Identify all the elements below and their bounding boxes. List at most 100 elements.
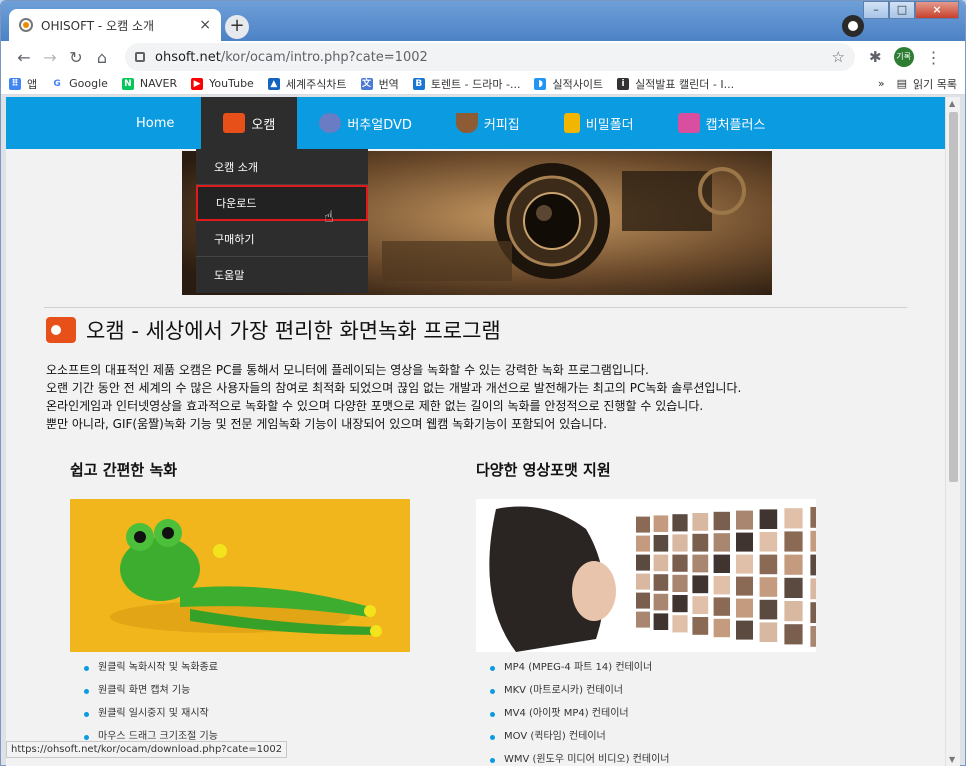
face-tile bbox=[653, 593, 669, 611]
bookmark-label: 번역 bbox=[378, 77, 399, 91]
face-tile bbox=[759, 599, 778, 620]
home-icon[interactable]: ⌂ bbox=[89, 48, 115, 67]
maximize-button[interactable]: □ bbox=[889, 1, 915, 19]
easy-recording-section: 쉽고 간편한 녹화 원클릭 녹화시작 및 녹화종료 원클릭 화면 캡쳐 기능 원… bbox=[70, 459, 410, 752]
intro-line: 온라인게임과 인터넷영상을 효과적으로 녹화할 수 있으며 다양한 포맷으로 제… bbox=[46, 399, 704, 413]
nav-secret-folder[interactable]: 비밀폴더 bbox=[542, 97, 656, 149]
scroll-up-icon[interactable]: ▲ bbox=[949, 99, 955, 108]
tab-search-icon[interactable] bbox=[842, 15, 864, 37]
face-tile bbox=[672, 574, 688, 592]
back-arrow-icon[interactable]: ← bbox=[11, 48, 37, 67]
tab-close-icon[interactable]: × bbox=[199, 17, 211, 33]
feature-list: 원클릭 녹화시작 및 녹화종료 원클릭 화면 캡쳐 기능 원클릭 일시중지 및 … bbox=[70, 660, 410, 752]
face-tile bbox=[692, 554, 709, 573]
address-bar[interactable]: ohsoft.net/kor/ocam/intro.php?cate=1002 … bbox=[125, 43, 855, 71]
lock-icon[interactable] bbox=[135, 52, 145, 62]
naver-icon: N bbox=[121, 77, 134, 90]
profile-avatar[interactable]: 기록 bbox=[893, 47, 914, 67]
menu-item-ocam-intro[interactable]: 오캠 소개 bbox=[196, 149, 368, 185]
url-text: ohsoft.net/kor/ocam/intro.php?cate=1002 bbox=[155, 50, 428, 65]
face-tile bbox=[759, 509, 778, 529]
scroll-thumb[interactable] bbox=[949, 112, 958, 482]
nav-capture-label: 캡처플러스 bbox=[705, 117, 766, 133]
nav-home[interactable]: Home bbox=[114, 97, 196, 149]
nav-ocam[interactable]: 오캠 bbox=[201, 97, 298, 149]
forward-arrow-icon[interactable]: → bbox=[37, 48, 63, 67]
menu-item-help[interactable]: 도움말 bbox=[196, 257, 368, 293]
face-tile bbox=[784, 624, 803, 645]
face-tile bbox=[692, 575, 709, 594]
bookmark-item[interactable]: ◗ 실적사이트 bbox=[534, 76, 603, 92]
bookmark-item[interactable]: i 실적발표 캘린더 - I... bbox=[617, 76, 734, 92]
bookmark-item[interactable]: 文 번역 bbox=[360, 76, 399, 92]
face-tile bbox=[736, 598, 753, 618]
face-tile bbox=[810, 507, 816, 528]
feature-list: MP4 (MPEG-4 파트 14) 컨테이너 MKV (마트로시카) 컨테이너… bbox=[476, 660, 816, 766]
star-icon[interactable]: ☆ bbox=[832, 48, 845, 66]
nav-coffee-label: 커피집 bbox=[483, 117, 520, 133]
more-bookmarks-button[interactable]: » bbox=[878, 77, 885, 90]
list-item: MV4 (아이팟 MP4) 컨테이너 bbox=[490, 706, 816, 729]
face-tile bbox=[713, 597, 730, 616]
kebab-menu-icon[interactable]: ⋮ bbox=[926, 48, 942, 67]
list-item: MKV (마트로시카) 컨테이너 bbox=[490, 683, 816, 706]
puzzle-icon[interactable]: ✱ bbox=[869, 48, 882, 66]
face-tile bbox=[736, 532, 753, 552]
nav-coffee[interactable]: 커피집 bbox=[434, 97, 542, 149]
face-tile bbox=[672, 595, 688, 613]
section-heading: 다양한 영상포맷 지원 bbox=[476, 461, 611, 479]
bookmark-item[interactable]: ▶ YouTube bbox=[191, 77, 254, 90]
menu-item-purchase[interactable]: 구매하기 bbox=[196, 221, 368, 257]
ocam-icon bbox=[223, 113, 246, 133]
face-tile bbox=[636, 554, 650, 571]
face-tile bbox=[759, 622, 778, 642]
intro-text: 오소프트의 대표적인 제품 오캠은 PC를 통해서 모니터에 플레이되는 영상을… bbox=[46, 361, 741, 433]
bookmark-item[interactable]: ▲ 세계주식차트 bbox=[267, 76, 347, 92]
minimize-button[interactable]: – bbox=[863, 1, 889, 19]
scroll-down-icon[interactable]: ▼ bbox=[949, 755, 955, 764]
apps-grid-icon: ⠿ bbox=[9, 77, 21, 90]
section-heading: 쉽고 간편한 녹화 bbox=[70, 461, 178, 479]
nav-ocam-label: 오캠 bbox=[251, 117, 276, 133]
site-nav: Home 오캠 버추얼DVD 커피집 비밀폴더 캡처플러스 bbox=[6, 97, 945, 149]
list-item: 원클릭 녹화시작 및 녹화종료 bbox=[84, 660, 410, 683]
window-controls: – □ × bbox=[863, 1, 959, 19]
reading-list-label[interactable]: 읽기 목록 bbox=[913, 76, 957, 92]
browser-tab[interactable]: OHISOFT - 오캠 소개 × bbox=[9, 9, 221, 41]
coffee-icon bbox=[455, 113, 478, 133]
status-bar-url: https://ohsoft.net/kor/ocam/download.php… bbox=[6, 741, 288, 758]
face-tile bbox=[759, 554, 778, 575]
face-tile bbox=[713, 618, 730, 638]
page-viewport: Home 오캠 버추얼DVD 커피집 비밀폴더 캡처플러스 오캠 소개 다운로드… bbox=[6, 97, 945, 766]
bookmark-item[interactable]: G Google bbox=[51, 77, 108, 90]
reload-icon[interactable]: ↻ bbox=[63, 48, 89, 67]
face-tile bbox=[672, 615, 688, 633]
title-row: 오캠 - 세상에서 가장 편리한 화면녹화 프로그램 bbox=[46, 315, 501, 345]
new-tab-button[interactable]: + bbox=[225, 15, 249, 39]
face-tile bbox=[759, 577, 778, 597]
bookmark-item[interactable]: B 토렌트 - 드라마 -... bbox=[412, 76, 521, 92]
ocam-logo-icon bbox=[46, 317, 76, 343]
page-scrollbar[interactable]: ▲ ▼ bbox=[945, 97, 960, 766]
bookmark-label: 토렌트 - 드라마 -... bbox=[430, 77, 521, 91]
chart-icon: ▲ bbox=[267, 77, 280, 90]
bookmark-label: 세계주식차트 bbox=[285, 77, 347, 91]
nav-virtual-dvd[interactable]: 버추얼DVD bbox=[297, 97, 434, 149]
face-tile bbox=[653, 535, 669, 552]
google-icon: G bbox=[51, 77, 64, 90]
translate-icon: 文 bbox=[360, 77, 373, 90]
bookmark-item[interactable]: N NAVER bbox=[121, 77, 177, 90]
menu-item-download[interactable]: 다운로드 bbox=[196, 185, 368, 221]
nav-folder-label: 비밀폴더 bbox=[585, 117, 634, 133]
bookmark-item[interactable]: ⠿ 앱 bbox=[9, 76, 37, 92]
url-host: ohsoft.net bbox=[155, 49, 221, 65]
close-window-button[interactable]: × bbox=[915, 1, 959, 19]
face-tile bbox=[653, 515, 669, 532]
nav-capture-plus[interactable]: 캡처플러스 bbox=[656, 97, 788, 149]
browser-toolbar: ← → ↻ ⌂ ohsoft.net/kor/ocam/intro.php?ca… bbox=[1, 41, 965, 73]
youtube-icon: ▶ bbox=[191, 77, 204, 90]
face-tile bbox=[692, 533, 709, 552]
reading-list-icon[interactable]: ▤ bbox=[897, 77, 907, 90]
list-item: 원클릭 화면 캡쳐 기능 bbox=[84, 683, 410, 706]
tab-strip: OHISOFT - 오캠 소개 × + – □ × bbox=[1, 1, 965, 41]
